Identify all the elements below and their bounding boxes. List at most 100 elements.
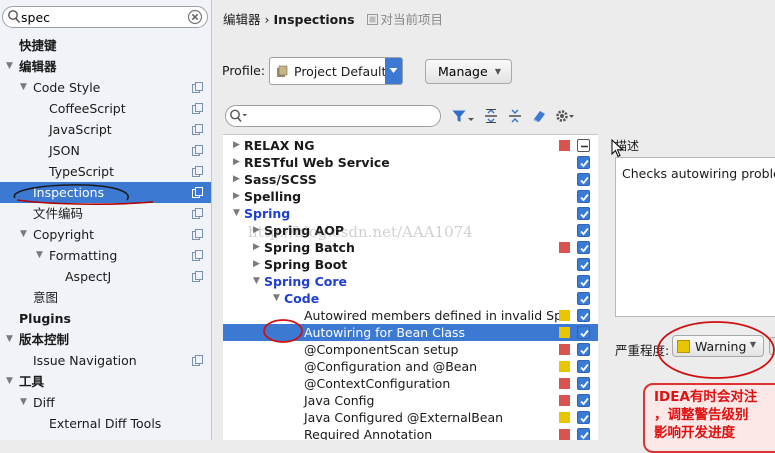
inspection-row[interactable]: Java Config (223, 392, 598, 409)
severity-label: 严重程度: (615, 343, 670, 358)
inspection-checkbox[interactable] (577, 190, 590, 203)
tree-expand-arrow-icon[interactable]: ▼ (36, 245, 48, 266)
inspection-row[interactable]: ▶ RESTful Web Service (223, 154, 598, 171)
settings-tree-item[interactable]: External Diff Tools (0, 413, 211, 434)
settings-tree-item[interactable]: JSON (0, 140, 211, 161)
settings-tree-item-label: TypeScript (49, 164, 114, 179)
inspection-checkbox[interactable] (577, 258, 590, 271)
expand-all-icon[interactable] (483, 108, 499, 124)
settings-tree-item[interactable]: 快捷键 (0, 35, 211, 56)
inspection-checkbox[interactable] (577, 360, 590, 373)
inspection-row[interactable]: Java Configured @ExternalBean (223, 409, 598, 426)
profile-dropdown[interactable]: Project Default (269, 57, 403, 85)
severity-color-icon (559, 429, 570, 440)
inspection-row[interactable]: @ComponentScan setup (223, 341, 598, 358)
settings-tree-item[interactable]: CoffeeScript (0, 98, 211, 119)
tree-expand-arrow-icon[interactable]: ▼ (20, 77, 32, 98)
inspection-row[interactable]: ▶ Sass/SCSS (223, 171, 598, 188)
inspection-checkbox[interactable] (577, 343, 590, 356)
project-scope-icon (192, 124, 203, 135)
severity-scope-button[interactable] (769, 337, 775, 355)
inspection-row[interactable]: Autowired members defined in invalid Spr… (223, 307, 598, 324)
chevron-down-icon (389, 68, 398, 73)
settings-tree-item[interactable]: ▼ Copyright (0, 224, 211, 245)
tree-expand-arrow-icon[interactable]: ▶ (233, 137, 240, 154)
collapse-all-icon[interactable] (507, 108, 523, 124)
inspection-row[interactable]: ▶ RELAX NG (223, 137, 598, 154)
settings-tree-item[interactable]: ▼ 编辑器 (0, 56, 211, 77)
tree-expand-arrow-icon[interactable]: ▼ (253, 273, 260, 290)
inspection-checkbox[interactable] (577, 326, 590, 339)
breadcrumb-editor[interactable]: 编辑器 (223, 12, 261, 27)
tree-expand-arrow-icon[interactable]: ▼ (6, 56, 18, 77)
inspection-checkbox[interactable] (577, 241, 590, 254)
inspection-checkbox[interactable] (577, 156, 590, 169)
settings-tree-item[interactable]: AspectJ (0, 266, 211, 287)
search-icon (230, 109, 247, 123)
settings-tree-item[interactable]: TypeScript (0, 161, 211, 182)
inspection-checkbox[interactable] (577, 377, 590, 390)
settings-tree-item[interactable]: ▼ Code Style (0, 77, 211, 98)
inspection-row[interactable]: @Configuration and @Bean (223, 358, 598, 375)
settings-tree-item[interactable]: ▼ Formatting (0, 245, 211, 266)
reset-eraser-icon[interactable] (531, 108, 547, 124)
inspection-filter-search[interactable] (225, 105, 441, 127)
inspection-checkbox[interactable] (577, 224, 590, 237)
tree-expand-arrow-icon[interactable]: ▶ (253, 256, 260, 273)
profile-dropdown-arrow[interactable] (385, 58, 402, 84)
settings-tree-item[interactable]: 文件编码 (0, 203, 211, 224)
settings-tree-item[interactable]: Plugins (0, 308, 211, 329)
inspection-row[interactable]: @ContextConfiguration (223, 375, 598, 392)
settings-sidebar: 快捷键▼编辑器▼Code StyleCoffeeScriptJavaScript… (0, 0, 212, 440)
tree-expand-arrow-icon[interactable]: ▶ (233, 188, 240, 205)
tree-expand-arrow-icon[interactable]: ▶ (233, 171, 240, 188)
tree-expand-arrow-icon[interactable]: ▶ (253, 222, 260, 239)
inspection-checkbox[interactable] (577, 394, 590, 407)
inspection-checkbox[interactable] (577, 207, 590, 220)
inspection-checkbox[interactable] (577, 428, 590, 440)
inspection-row[interactable]: ▼ Spring Core (223, 273, 598, 290)
filter-dropdown-icon[interactable] (467, 108, 475, 124)
settings-tree-item[interactable]: 意图 (0, 287, 211, 308)
inspection-label: Java Config (304, 393, 375, 408)
settings-tree-item[interactable]: Issue Navigation (0, 350, 211, 371)
inspection-checkbox[interactable] (577, 411, 590, 424)
severity-dropdown[interactable]: Warning ▼ (672, 335, 764, 357)
project-scope-icon (192, 166, 203, 177)
tree-expand-arrow-icon[interactable]: ▶ (233, 154, 240, 171)
manage-button[interactable]: Manage ▼ (425, 59, 512, 84)
inspection-checkbox[interactable] (577, 275, 590, 288)
inspection-checkbox[interactable] (577, 292, 590, 305)
settings-gear-icon[interactable] (555, 108, 575, 124)
inspection-row[interactable]: ▼ Spring (223, 205, 598, 222)
filter-icon[interactable] (451, 108, 467, 124)
tree-expand-arrow-icon[interactable]: ▼ (233, 205, 240, 222)
settings-tree-item[interactable]: ▼ Diff (0, 392, 211, 413)
settings-search-input[interactable] (21, 9, 181, 25)
inspection-row[interactable]: Required Annotation (223, 426, 598, 440)
tree-expand-arrow-icon[interactable]: ▶ (253, 239, 260, 256)
inspection-row[interactable]: ▶ Spring AOP (223, 222, 598, 239)
tree-expand-arrow-icon[interactable]: ▼ (6, 371, 18, 392)
inspection-row[interactable]: ▼ Code (223, 290, 598, 307)
inspection-checkbox[interactable] (577, 173, 590, 186)
settings-search[interactable] (2, 6, 208, 28)
inspection-checkbox[interactable] (577, 139, 590, 152)
settings-tree-item[interactable]: ▼ 工具 (0, 371, 211, 392)
tree-expand-arrow-icon[interactable]: ▼ (20, 392, 32, 413)
manage-dropdown-icon: ▼ (494, 67, 501, 76)
inspection-row[interactable]: Autowiring for Bean Class (223, 324, 598, 341)
clear-search-icon[interactable] (187, 9, 203, 25)
inspection-row[interactable]: ▶ Spelling (223, 188, 598, 205)
tree-expand-arrow-icon[interactable]: ▼ (6, 329, 18, 350)
settings-tree-item[interactable]: ▼ 版本控制 (0, 329, 211, 350)
inspection-row[interactable]: ▶ Spring Boot (223, 256, 598, 273)
settings-tree-item[interactable]: JavaScript (0, 119, 211, 140)
tree-expand-arrow-icon[interactable]: ▼ (20, 224, 32, 245)
inspection-row[interactable]: ▶ Spring Batch (223, 239, 598, 256)
settings-tree-item[interactable]: Inspections (0, 182, 211, 203)
inspection-label: @Configuration and @Bean (304, 359, 478, 374)
tree-expand-arrow-icon[interactable]: ▼ (273, 290, 280, 307)
settings-tree-item-label: Code Style (33, 80, 101, 95)
inspection-checkbox[interactable] (577, 309, 590, 322)
